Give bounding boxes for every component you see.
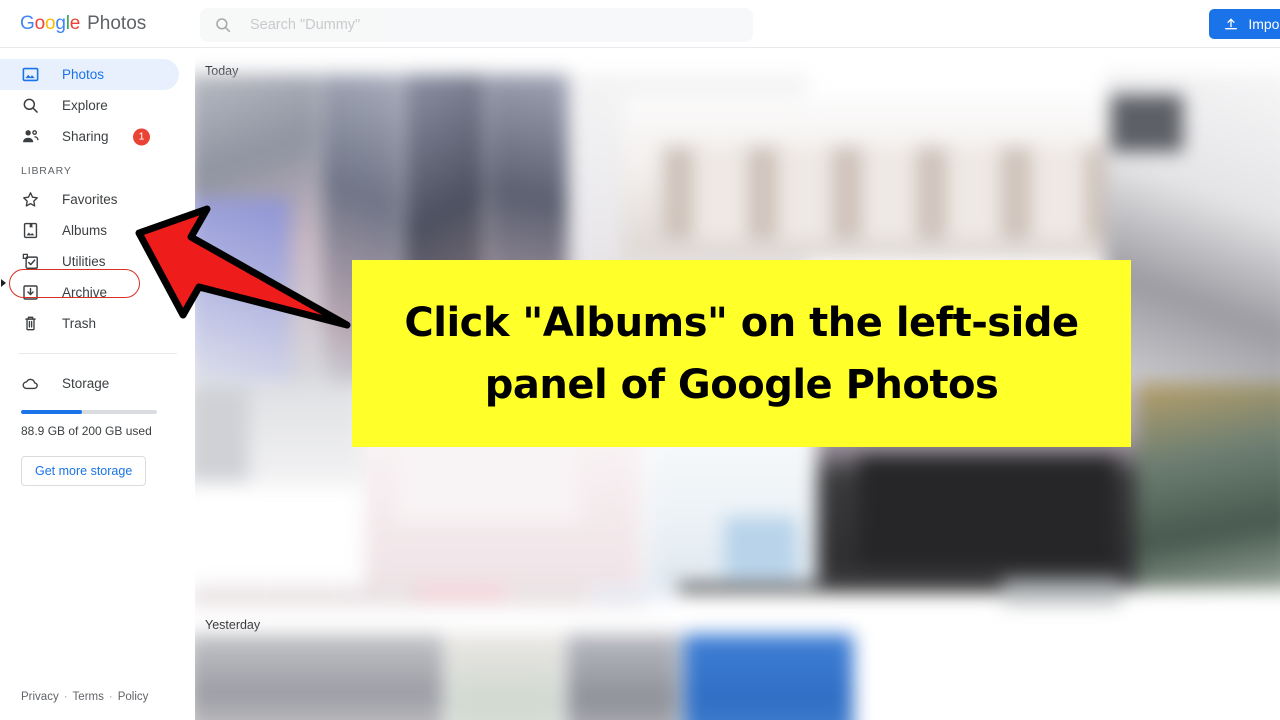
instruction-callout: Click "Albums" on the left-side panel of… <box>352 260 1131 447</box>
sidebar-item-albums[interactable]: Albums <box>0 215 179 246</box>
photo-thumbnail[interactable] <box>1002 578 1122 605</box>
sidebar-item-label: Explore <box>62 98 108 113</box>
import-button[interactable]: Import <box>1209 9 1280 39</box>
sidebar-item-label: Utilities <box>62 254 106 269</box>
photo-thumbnail[interactable] <box>857 634 1002 720</box>
photo-thumbnail[interactable] <box>195 197 290 384</box>
sidebar-divider <box>18 353 177 354</box>
get-more-storage-button[interactable]: Get more storage <box>21 456 147 486</box>
storage-progress-bar[interactable] <box>21 410 157 414</box>
sidebar-item-favorites[interactable]: Favorites <box>0 184 179 215</box>
sidebar-item-label: Trash <box>62 316 97 331</box>
cloud-icon <box>21 374 40 393</box>
search-icon <box>21 96 40 115</box>
photo-thumbnail[interactable] <box>195 388 249 482</box>
google-photos-window: Today Yesterday Google Photos Search "Du… <box>0 0 1280 720</box>
search-bar[interactable]: Search "Dummy" <box>200 8 753 42</box>
sidebar-item-sharing[interactable]: Sharing 1 <box>0 121 179 152</box>
star-icon <box>21 190 40 209</box>
photo-thumbnail[interactable] <box>683 634 854 720</box>
app-header: Google Photos Search "Dummy" Import <box>0 0 1280 48</box>
sidebar-item-archive[interactable]: Archive <box>0 277 179 308</box>
sidebar-item-storage[interactable]: Storage <box>0 368 195 399</box>
storage-label: Storage <box>62 376 110 391</box>
google-wordmark: Google <box>20 12 81 34</box>
sidebar-section-library: LIBRARY <box>21 165 72 177</box>
photo-thumbnail[interactable] <box>1110 94 1183 152</box>
main-scrollbar[interactable] <box>1274 48 1280 720</box>
storage-progress-fill <box>21 410 82 414</box>
search-icon <box>214 16 232 34</box>
upload-icon <box>1223 16 1239 32</box>
album-icon <box>21 221 40 240</box>
sharing-notification-badge: 1 <box>133 128 150 145</box>
share-people-icon <box>21 127 40 146</box>
utilities-icon <box>21 252 40 271</box>
product-name: Photos <box>87 12 147 34</box>
photo-thumbnail[interactable] <box>662 146 1137 240</box>
left-sidebar: Photos Explore Sharing 1 LIBRARY Favorit… <box>0 48 195 720</box>
sidebar-item-explore[interactable]: Explore <box>0 90 179 121</box>
privacy-link[interactable]: Privacy <box>21 691 59 703</box>
archive-icon <box>21 283 40 302</box>
sidebar-item-label: Archive <box>62 285 108 300</box>
instruction-callout-text: Click "Albums" on the left-side panel of… <box>404 299 1079 408</box>
sidebar-item-label: Favorites <box>62 192 118 207</box>
sidebar-item-label: Albums <box>62 223 108 238</box>
sidebar-item-utilities[interactable]: Utilities <box>0 246 179 277</box>
sidebar-item-label: Sharing <box>62 129 109 144</box>
photo-thumbnail[interactable] <box>678 584 1008 593</box>
sidebar-item-label: Photos <box>62 67 105 82</box>
search-input[interactable]: Search "Dummy" <box>250 17 360 33</box>
sidebar-footer-links: Privacy · Terms · Policy <box>21 691 148 703</box>
footer-separator: · <box>63 691 68 703</box>
sidebar-item-photos[interactable]: Photos <box>0 59 179 90</box>
sidebar-item-trash[interactable]: Trash <box>0 308 179 339</box>
policy-link[interactable]: Policy <box>118 691 149 703</box>
photo-row-group-yesterday <box>195 634 1280 720</box>
terms-link[interactable]: Terms <box>73 691 104 703</box>
albums-pointer-caret <box>1 279 6 287</box>
photo-thumbnail[interactable] <box>1136 383 1280 590</box>
import-button-label: Import <box>1248 16 1280 32</box>
photo-thumbnail[interactable] <box>415 586 509 601</box>
photo-thumbnail[interactable] <box>195 634 445 720</box>
photo-thumbnail[interactable] <box>566 634 680 720</box>
footer-separator: · <box>108 691 113 703</box>
app-logo[interactable]: Google Photos <box>20 0 146 48</box>
photo-thumbnail[interactable] <box>448 634 562 720</box>
photo-icon <box>21 65 40 84</box>
photo-thumbnail[interactable] <box>590 586 674 601</box>
storage-usage-text: 88.9 GB of 200 GB used <box>21 424 152 438</box>
trash-icon <box>21 314 40 333</box>
photo-canvas-yesterday <box>195 630 1280 720</box>
